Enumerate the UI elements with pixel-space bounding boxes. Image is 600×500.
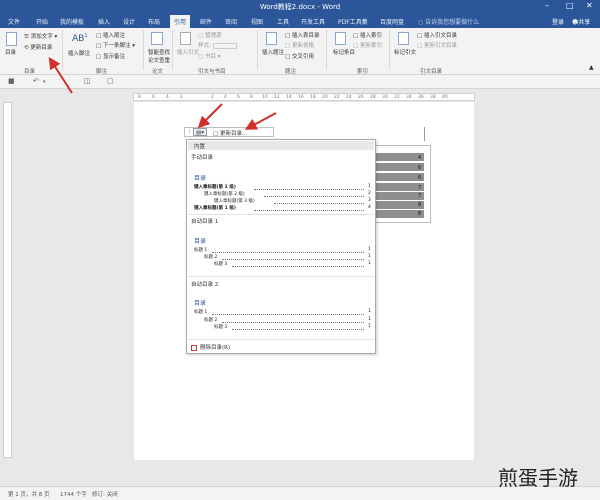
watermark: 煎蛋手游 — [498, 466, 578, 490]
page-count[interactable]: 第 1 页，共 8 页 — [8, 490, 50, 498]
arrow-to-update-button — [244, 112, 277, 130]
word-count[interactable]: 1744 个字 — [60, 490, 87, 498]
track-changes-status[interactable]: 修订: 关闭 — [92, 490, 118, 498]
arrow-to-toc-menu — [197, 103, 223, 129]
arrow-to-update-toc — [48, 56, 73, 94]
annotation-arrows — [48, 56, 277, 130]
